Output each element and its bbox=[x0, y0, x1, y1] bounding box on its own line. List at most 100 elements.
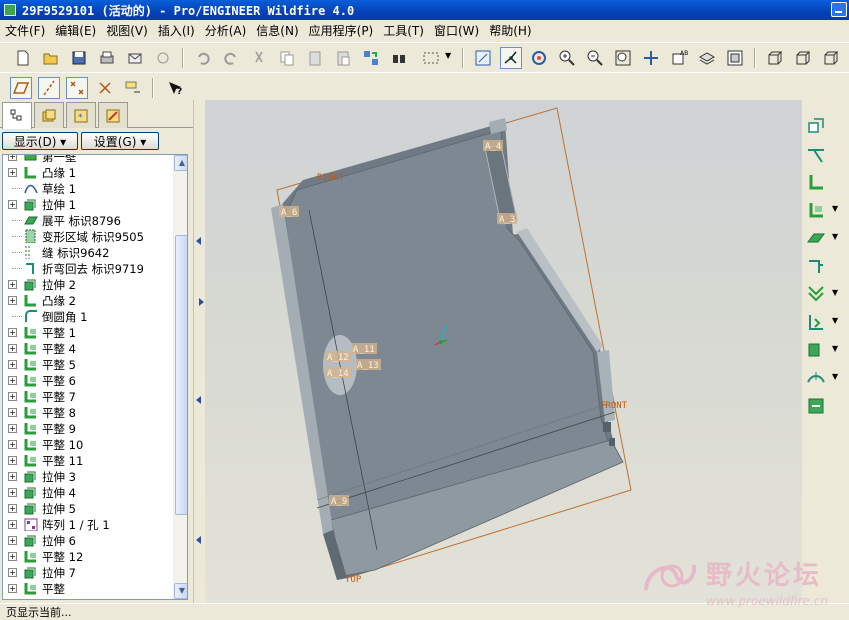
unattached-wall-icon[interactable] bbox=[804, 142, 828, 166]
tree-item[interactable]: 倒圆角 1 bbox=[3, 308, 171, 324]
form-icon[interactable] bbox=[804, 394, 828, 418]
tree-item[interactable]: + 凸缘 2 bbox=[3, 292, 171, 308]
chevron-down-icon[interactable]: ▼ bbox=[832, 232, 838, 241]
tree-item[interactable]: + 第一壁 bbox=[3, 155, 171, 164]
expand-toggle[interactable]: + bbox=[8, 584, 17, 593]
menu-tools[interactable]: 工具(T) bbox=[380, 22, 431, 39]
menu-analysis[interactable]: 分析(A) bbox=[202, 22, 254, 39]
save-icon[interactable] bbox=[68, 47, 90, 69]
tree-item[interactable]: 变形区域 标识9505 bbox=[3, 228, 171, 244]
tree-item[interactable]: 折弯回去 标识9719 bbox=[3, 260, 171, 276]
expand-toggle[interactable]: + bbox=[8, 472, 17, 481]
hidden-line-icon[interactable] bbox=[792, 47, 814, 69]
tree-item[interactable]: + 拉伸 5 bbox=[3, 500, 171, 516]
refit-icon[interactable] bbox=[612, 47, 634, 69]
menu-view[interactable]: 视图(V) bbox=[103, 22, 155, 39]
tree-item[interactable]: + 平整 6 bbox=[3, 372, 171, 388]
scroll-down-button[interactable]: ▼ bbox=[174, 583, 187, 599]
cut-icon[interactable] bbox=[248, 47, 270, 69]
saved-views-icon[interactable]: AB bbox=[668, 47, 690, 69]
email-link-icon[interactable] bbox=[152, 47, 174, 69]
orient-mode-icon[interactable] bbox=[528, 47, 550, 69]
expand-toggle[interactable]: + bbox=[8, 296, 17, 305]
flat-wall-icon[interactable] bbox=[804, 198, 828, 222]
panel-splitter[interactable] bbox=[193, 100, 205, 610]
expand-toggle[interactable]: + bbox=[8, 280, 17, 289]
open-icon[interactable] bbox=[40, 47, 62, 69]
tree-item[interactable]: + 平整 11 bbox=[3, 452, 171, 468]
scroll-up-button[interactable]: ▲ bbox=[174, 155, 187, 171]
show-dropdown[interactable]: 显示(D) ▾ bbox=[2, 132, 78, 150]
expand-toggle[interactable]: + bbox=[8, 504, 17, 513]
model-tree-tab[interactable] bbox=[2, 102, 32, 129]
tree-scrollbar[interactable]: ▲ ▼ bbox=[173, 155, 187, 599]
bend-back-icon[interactable] bbox=[804, 254, 828, 278]
email-icon[interactable] bbox=[124, 47, 146, 69]
settings-dropdown[interactable]: 设置(G) ▾ bbox=[81, 132, 159, 150]
collapse-left-icon[interactable] bbox=[196, 396, 201, 404]
chevron-down-icon[interactable]: ▼ bbox=[832, 344, 838, 353]
expand-toggle[interactable]: + bbox=[8, 408, 17, 417]
expand-toggle[interactable]: + bbox=[8, 155, 17, 161]
expand-toggle[interactable]: + bbox=[8, 552, 17, 561]
layers-icon[interactable] bbox=[696, 47, 718, 69]
menu-file[interactable]: 文件(F) bbox=[2, 22, 52, 39]
expand-toggle[interactable]: + bbox=[8, 344, 17, 353]
no-hidden-icon[interactable] bbox=[820, 47, 842, 69]
tree-item[interactable]: 缝 标识9642 bbox=[3, 244, 171, 260]
wireframe-icon[interactable] bbox=[764, 47, 786, 69]
layer-tree-tab[interactable] bbox=[34, 102, 64, 128]
tree-item[interactable]: + 凸缘 1 bbox=[3, 164, 171, 180]
chevron-down-icon[interactable]: ▼ bbox=[832, 372, 838, 381]
model-tree[interactable]: + 第一壁 + 凸缘 1 草绘 1 + 拉伸 1 展平 标识8796 变形区域 标识9505 缝 … bbox=[2, 154, 188, 600]
model-view[interactable]: RIGHT FRONT TOP A_4 A_3 A_6 A_11 A_12 A_… bbox=[205, 100, 802, 603]
tree-item[interactable]: + 平整 bbox=[3, 580, 171, 596]
new-icon[interactable] bbox=[12, 47, 34, 69]
connections-tab[interactable] bbox=[98, 102, 128, 128]
menu-info[interactable]: 信息(N) bbox=[253, 22, 305, 39]
expand-toggle[interactable]: + bbox=[8, 440, 17, 449]
tree-item[interactable]: + 拉伸 6 bbox=[3, 532, 171, 548]
redo-icon[interactable] bbox=[220, 47, 242, 69]
tree-item[interactable]: + 平整 9 bbox=[3, 420, 171, 436]
tree-item[interactable]: 展平 标识8796 bbox=[3, 212, 171, 228]
undo-icon[interactable] bbox=[192, 47, 214, 69]
chevron-down-icon[interactable]: ▼ bbox=[832, 204, 838, 213]
tree-item[interactable]: + 平整 7 bbox=[3, 388, 171, 404]
paste-icon[interactable] bbox=[304, 47, 326, 69]
unbend-icon[interactable] bbox=[804, 226, 828, 250]
expand-right-icon[interactable] bbox=[199, 298, 204, 306]
chevron-down-icon[interactable]: ▼ bbox=[832, 288, 838, 297]
datum-csys-icon[interactable] bbox=[94, 77, 116, 99]
bend-icon[interactable] bbox=[804, 366, 828, 390]
tree-item[interactable]: + 平整 5 bbox=[3, 356, 171, 372]
graphics-window[interactable]: RIGHT FRONT TOP A_4 A_3 A_6 A_11 A_12 A_… bbox=[205, 100, 802, 603]
print-icon[interactable] bbox=[96, 47, 118, 69]
tree-item[interactable]: + 平整 8 bbox=[3, 404, 171, 420]
menu-insert[interactable]: 插入(I) bbox=[155, 22, 202, 39]
expand-toggle[interactable]: + bbox=[8, 488, 17, 497]
tree-item[interactable]: + 拉伸 3 bbox=[3, 468, 171, 484]
tree-item[interactable]: + 拉伸 7 bbox=[3, 564, 171, 580]
menu-window[interactable]: 窗口(W) bbox=[431, 22, 486, 39]
flange-wall-icon[interactable] bbox=[804, 170, 828, 194]
redraw-icon[interactable] bbox=[472, 47, 494, 69]
view-manager-icon[interactable] bbox=[724, 47, 746, 69]
tree-item[interactable]: 草绘 1 bbox=[3, 180, 171, 196]
expand-toggle[interactable]: + bbox=[8, 424, 17, 433]
tree-item[interactable]: + 平整 12 bbox=[3, 548, 171, 564]
tree-item[interactable]: + 拉伸 1 bbox=[3, 196, 171, 212]
corner-relief-icon[interactable] bbox=[804, 338, 828, 362]
regenerate-icon[interactable] bbox=[360, 47, 382, 69]
menu-help[interactable]: 帮助(H) bbox=[486, 22, 538, 39]
datum-planes-icon[interactable] bbox=[10, 77, 32, 99]
chevron-down-icon[interactable]: ▼ bbox=[832, 316, 838, 325]
datum-points-icon[interactable] bbox=[66, 77, 88, 99]
menu-applications[interactable]: 应用程序(P) bbox=[306, 22, 381, 39]
chevron-down-icon[interactable]: ▼ bbox=[445, 51, 452, 60]
scroll-thumb[interactable] bbox=[175, 235, 187, 515]
minimize-button[interactable] bbox=[831, 2, 847, 17]
expand-toggle[interactable]: + bbox=[8, 536, 17, 545]
expand-toggle[interactable]: + bbox=[8, 360, 17, 369]
collapse-left-icon[interactable] bbox=[196, 237, 201, 245]
